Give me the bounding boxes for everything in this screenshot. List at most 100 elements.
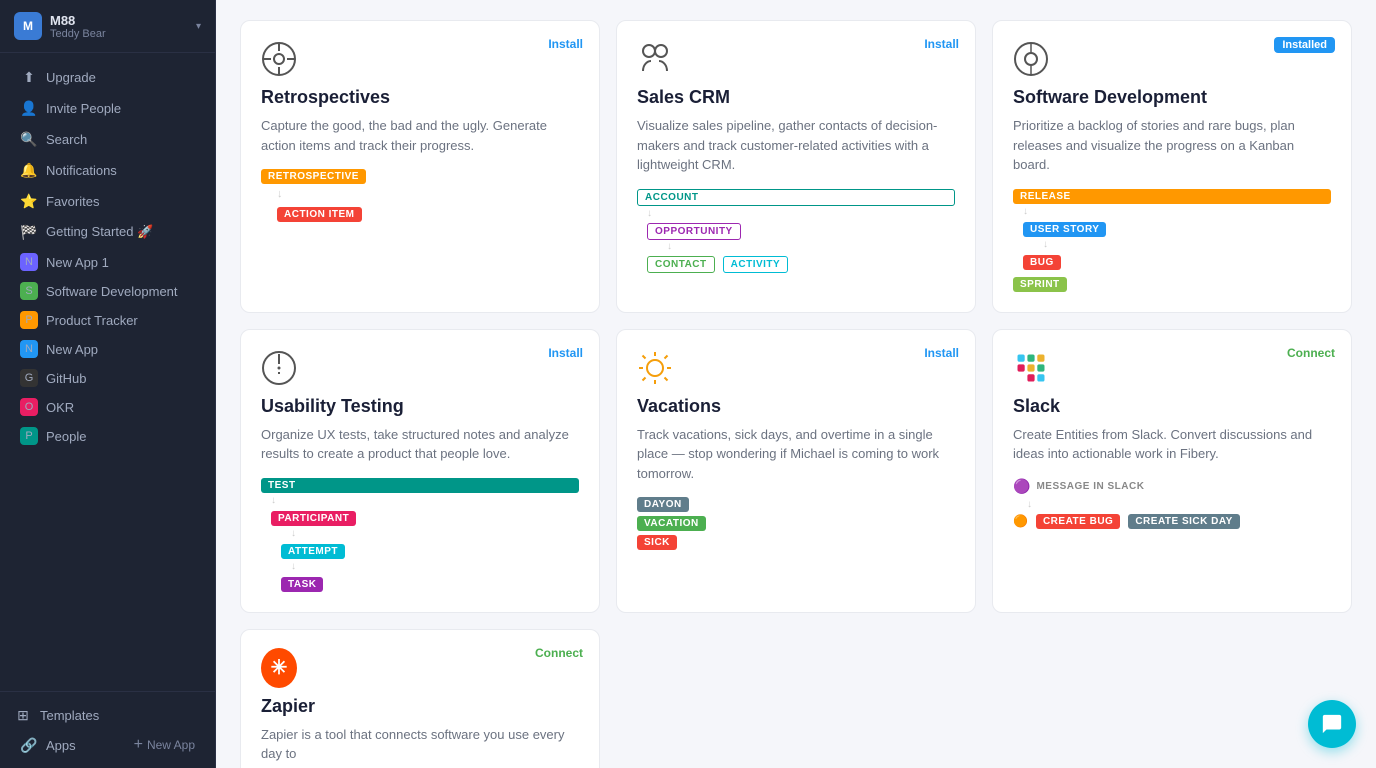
card-software-development: Installed Software Development Prioritiz…	[992, 20, 1352, 313]
retrospectives-icon	[261, 41, 297, 77]
sidebar-item-product-tracker[interactable]: P Product Tracker	[6, 306, 209, 334]
tag-release: RELEASE	[1013, 189, 1331, 204]
workspace-user: Teddy Bear	[50, 28, 106, 40]
workspace-name: M88	[50, 13, 106, 28]
card-usability-testing: Install Usability Testing Organize UX te…	[240, 329, 600, 613]
search-icon: 🔍	[20, 130, 38, 148]
tag-test: TEST	[261, 478, 579, 493]
sidebar-footer: ⊞ Templates 🔗 Apps + New App	[0, 691, 215, 768]
tag-opportunity: OPPORTUNITY	[647, 223, 741, 240]
vacations-tags: DAYON VACATION SICK	[637, 497, 955, 550]
sidebar: M M88 Teddy Bear ▾ ⬆ Upgrade 👤 Invite Pe…	[0, 0, 216, 768]
plus-icon: +	[134, 736, 143, 754]
tag-account: ACCOUNT	[637, 189, 955, 206]
tag-sprint: SPRINT	[1013, 277, 1067, 292]
apps-icon: 🔗	[20, 736, 38, 754]
main-content: Install Retrospectives Capture the good,…	[216, 0, 1376, 768]
sales-crm-tags: ACCOUNT ↓ OPPORTUNITY ↓ CONTACT ACTIVITY	[637, 189, 955, 272]
software-development-icon: S	[20, 282, 38, 300]
github-icon: G	[20, 369, 38, 387]
tag-participant: PARTICIPANT	[271, 511, 356, 526]
zapier-title: Zapier	[261, 696, 579, 717]
sidebar-item-okr[interactable]: O OKR	[6, 393, 209, 421]
card-vacations: Install Vacations Track vacations, sick …	[616, 329, 976, 613]
workspace-header[interactable]: M M88 Teddy Bear ▾	[0, 0, 215, 53]
upgrade-icon: ⬆	[20, 68, 38, 86]
workspace-avatar: M	[14, 12, 42, 40]
card-zapier: Connect ✳ Zapier Zapier is a tool that c…	[240, 629, 600, 768]
install-sales-crm-button[interactable]: Install	[924, 37, 959, 51]
nav-search[interactable]: 🔍 Search	[6, 124, 209, 154]
tag-vacation: VACATION	[637, 516, 706, 531]
sidebar-nav: ⬆ Upgrade 👤 Invite People 🔍 Search 🔔 Not…	[0, 53, 215, 691]
retrospectives-desc: Capture the good, the bad and the ugly. …	[261, 116, 579, 155]
nav-getting-started[interactable]: 🏁 Getting Started 🚀	[6, 217, 209, 247]
connect-slack-button[interactable]: Connect	[1287, 346, 1335, 360]
install-retrospectives-button[interactable]: Install	[548, 37, 583, 51]
tag-contact: CONTACT	[647, 256, 715, 273]
vacations-desc: Track vacations, sick days, and overtime…	[637, 425, 955, 484]
sidebar-item-people[interactable]: P People	[6, 422, 209, 450]
software-dev-desc: Prioritize a backlog of stories and rare…	[1013, 116, 1331, 175]
install-vacations-button[interactable]: Install	[924, 346, 959, 360]
software-dev-tags: RELEASE ↓ USER STORY ↓ BUG SPRINT	[1013, 189, 1331, 292]
tag-bug: BUG	[1023, 255, 1061, 270]
tag-attempt: ATTEMPT	[281, 544, 345, 559]
tag-retrospective: RETROSPECTIVE	[261, 169, 366, 184]
usability-desc: Organize UX tests, take structured notes…	[261, 425, 579, 464]
chat-support-button[interactable]	[1308, 700, 1356, 748]
software-dev-icon	[1013, 41, 1049, 77]
zapier-desc: Zapier is a tool that connects software …	[261, 725, 579, 764]
sidebar-item-software-development[interactable]: S Software Development	[6, 277, 209, 305]
people-icon: P	[20, 427, 38, 445]
okr-icon: O	[20, 398, 38, 416]
favorites-icon: ⭐	[20, 192, 38, 210]
tag-user-story: USER STORY	[1023, 222, 1106, 237]
cards-grid: Install Retrospectives Capture the good,…	[240, 20, 1352, 768]
sales-crm-icon	[637, 41, 673, 77]
templates-icon: ⊞	[14, 706, 32, 724]
sidebar-item-github[interactable]: G GitHub	[6, 364, 209, 392]
getting-started-icon: 🏁	[20, 223, 38, 241]
vacations-icon	[637, 350, 673, 386]
vacations-title: Vacations	[637, 396, 955, 417]
new-app-button[interactable]: + New App	[120, 730, 209, 760]
new-app-icon: N	[20, 340, 38, 358]
new-app-1-icon: N	[20, 253, 38, 271]
sidebar-item-new-app[interactable]: N New App	[6, 335, 209, 363]
invite-people-icon: 👤	[20, 99, 38, 117]
retrospectives-tags: RETROSPECTIVE ↓ ACTION ITEM	[261, 169, 579, 222]
tag-create-sick-day: CREATE SICK DAY	[1128, 514, 1240, 529]
nav-notifications[interactable]: 🔔 Notifications	[6, 155, 209, 185]
nav-templates[interactable]: ⊞ Templates	[0, 700, 215, 730]
tag-activity: ACTIVITY	[723, 256, 789, 273]
install-usability-button[interactable]: Install	[548, 346, 583, 360]
installed-software-dev-badge: Installed	[1274, 37, 1335, 53]
tag-task: TASK	[281, 577, 323, 592]
nav-upgrade[interactable]: ⬆ Upgrade	[6, 62, 209, 92]
product-tracker-icon: P	[20, 311, 38, 329]
slack-title: Slack	[1013, 396, 1331, 417]
zapier-icon: ✳	[261, 650, 297, 686]
sales-crm-title: Sales CRM	[637, 87, 955, 108]
usability-tags: TEST ↓ PARTICIPANT ↓ ATTEMPT ↓ TASK	[261, 478, 579, 592]
nav-invite-people[interactable]: 👤 Invite People	[6, 93, 209, 123]
connect-zapier-button[interactable]: Connect	[535, 646, 583, 660]
card-retrospectives: Install Retrospectives Capture the good,…	[240, 20, 600, 313]
slack-tags: 🟣 MESSAGE IN SLACK ↓ 🟠 CREATE BUG CREATE…	[1013, 478, 1331, 529]
card-sales-crm: Install Sales CRM Visualize sales pipeli…	[616, 20, 976, 313]
sales-crm-desc: Visualize sales pipeline, gather contact…	[637, 116, 955, 175]
workspace-chevron-icon: ▾	[196, 21, 201, 32]
notifications-icon: 🔔	[20, 161, 38, 179]
retrospectives-title: Retrospectives	[261, 87, 579, 108]
tag-create-bug: CREATE BUG	[1036, 514, 1120, 529]
usability-title: Usability Testing	[261, 396, 579, 417]
software-dev-title: Software Development	[1013, 87, 1331, 108]
tag-sick: SICK	[637, 535, 677, 550]
slack-desc: Create Entities from Slack. Convert disc…	[1013, 425, 1331, 464]
card-slack: Connect Slack Create Entities from Slack…	[992, 329, 1352, 613]
tag-dayon: DAYON	[637, 497, 689, 512]
nav-apps[interactable]: 🔗 Apps	[6, 730, 90, 760]
nav-favorites[interactable]: ⭐ Favorites	[6, 186, 209, 216]
sidebar-item-new-app-1[interactable]: N New App 1	[6, 248, 209, 276]
